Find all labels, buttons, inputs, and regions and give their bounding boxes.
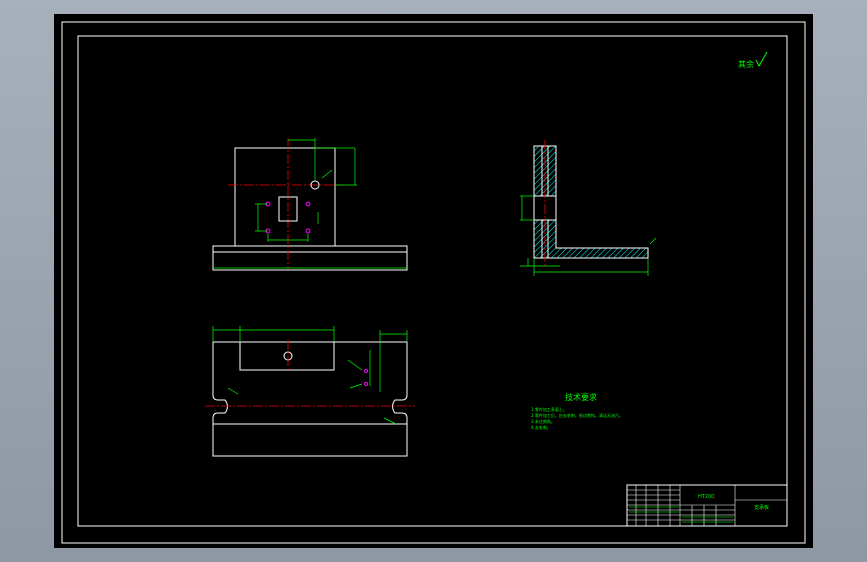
tech-requirement-item: 4.去毛刺。 <box>531 424 551 430</box>
tech-requirement-item: 3.未注倒角。 <box>531 418 555 424</box>
tech-requirements-title: 技术要求 <box>565 392 597 402</box>
title-block-part-name: 支承板 <box>754 504 769 511</box>
cad-viewport[interactable]: 其余 技术要求 1.零件加工表面上。 2.零件加工后，应去毛刺，锐边倒钝，清洁无… <box>0 0 867 562</box>
tech-requirement-item: 1.零件加工表面上。 <box>531 406 567 412</box>
tech-requirement-item: 2.零件加工后，应去毛刺，锐边倒钝，清洁无油污。 <box>531 412 623 418</box>
cad-drawing-canvas[interactable]: 其余 技术要求 1.零件加工表面上。 2.零件加工后，应去毛刺，锐边倒钝，清洁无… <box>0 0 867 562</box>
roughness-note-label: 其余 <box>738 59 754 69</box>
title-block-material: HT200 <box>698 494 714 500</box>
drawing-sheet <box>54 14 813 548</box>
